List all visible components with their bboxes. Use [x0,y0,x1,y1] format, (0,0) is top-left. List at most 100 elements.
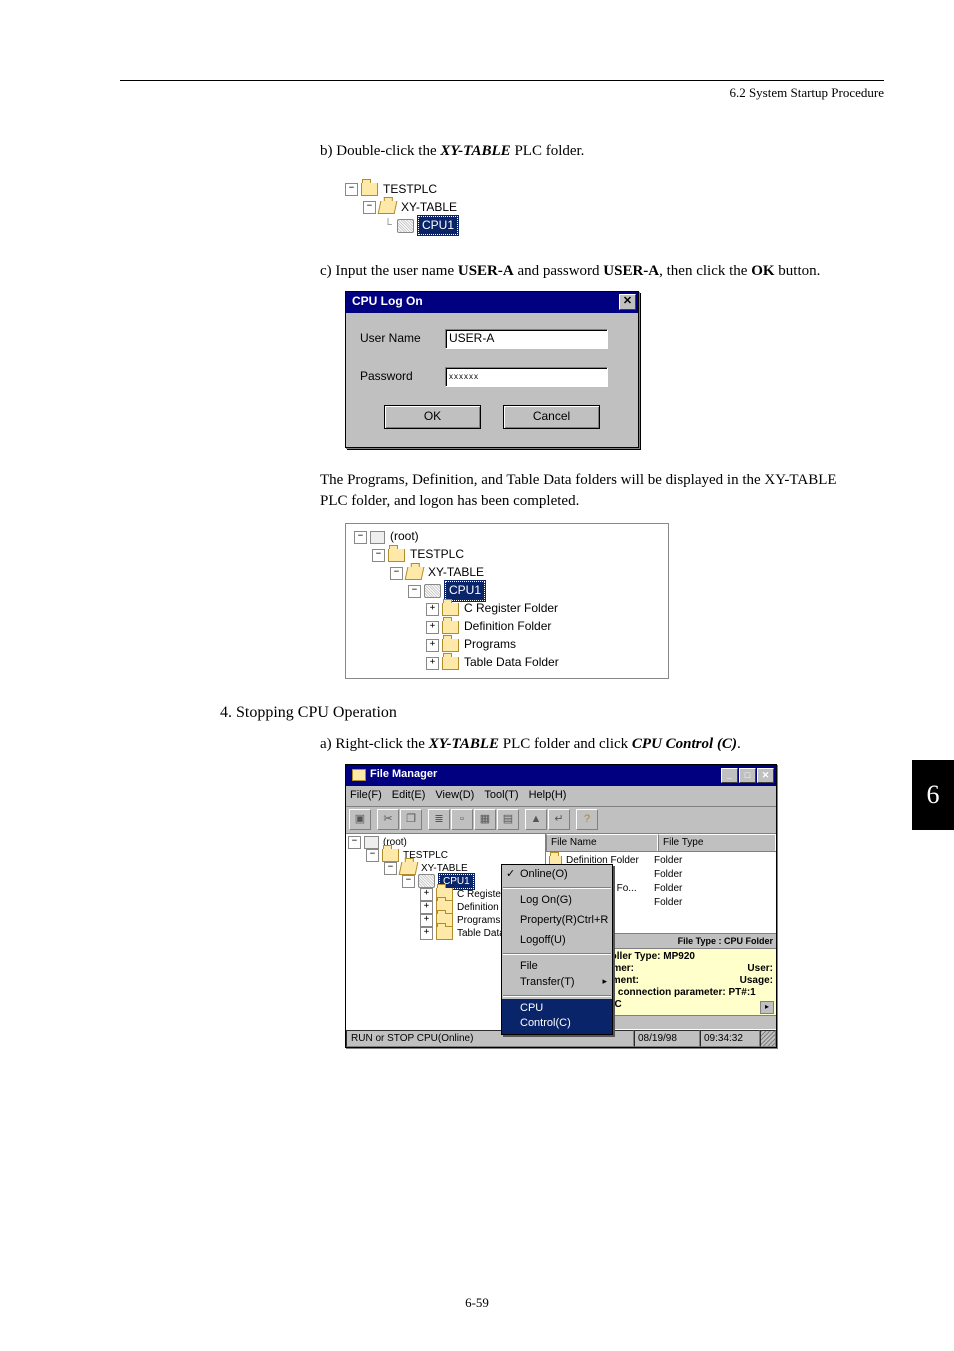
expand-icon[interactable]: + [426,639,439,652]
close-icon[interactable]: ✕ [619,294,636,310]
expand-icon[interactable]: + [426,657,439,670]
context-menu[interactable]: Online(O) Log On(G) Property(R)Ctrl+R Lo… [501,864,613,1036]
ok-button[interactable]: OK [384,405,481,429]
collapse-icon[interactable]: − [372,549,385,562]
tree-node[interactable]: Programs [463,636,516,653]
user-name-value: USER-A [458,263,514,279]
menu-tool[interactable]: Tool(T) [484,788,518,804]
password-value: USER-A [603,263,659,279]
help-icon[interactable]: ? [576,809,598,830]
maximize-icon[interactable]: □ [739,768,756,783]
password-label: Password [360,368,445,385]
step-c: c) Input the user name USER-A and passwo… [320,261,850,283]
file-type: Folder [654,854,773,868]
tree-node-cpu1-selected[interactable]: CPU1 [418,216,458,235]
collapse-icon[interactable]: − [390,567,403,580]
collapse-icon[interactable]: − [354,531,367,544]
toolbar-button[interactable]: ↵ [548,809,570,830]
menu-item-file-transfer[interactable]: File Transfer(T) [502,957,612,993]
user-name-label: User Name [360,330,445,347]
toolbar-button[interactable]: ▣ [349,809,371,830]
menu-item-logoff[interactable]: Logoff(U) [502,931,612,951]
folder-icon [388,549,405,562]
info-label: User: [747,963,773,975]
page-number: 6-59 [0,1295,954,1311]
dialog-title: CPU Log On [352,293,423,310]
column-header-filetype[interactable]: File Type [658,834,776,852]
folder-open-icon [378,201,398,214]
folder-icon [442,639,459,652]
collapse-icon[interactable]: − [363,201,376,214]
password-input[interactable]: xxxxxx [445,367,608,387]
result-paragraph: The Programs, Definition, and Table Data… [320,470,850,514]
toolbar-button[interactable]: ▫ [451,809,473,830]
tree-node-testplc[interactable]: TESTPLC [409,546,464,563]
menu-help[interactable]: Help(H) [529,788,567,804]
dialog-titlebar[interactable]: CPU Log On ✕ [346,292,638,313]
tree-node[interactable]: Programs [457,914,500,927]
step-4a: a) Right-click the XY-TABLE PLC folder a… [320,734,850,756]
tree-node-xytable[interactable]: XY-TABLE [400,199,457,216]
toolbar-button[interactable]: ▦ [474,809,496,830]
toolbar-button[interactable]: ▲ [525,809,547,830]
info-label: Usage: [740,975,773,987]
folder-icon [361,183,378,196]
file-type: Folder [654,896,773,910]
menu-item-logon[interactable]: Log On(G) [502,891,612,911]
ok-ref: OK [751,263,774,279]
close-icon[interactable]: ✕ [757,768,774,783]
text: c) Input the user name [320,263,458,279]
expand-icon[interactable]: + [426,621,439,634]
window-titlebar[interactable]: File Manager _ □ ✕ [346,765,776,786]
folder-open-icon [405,567,425,580]
toolbar-button[interactable]: ≣ [428,809,450,830]
tree-node[interactable]: Definition Folder [463,618,551,635]
menu-file[interactable]: File(F) [350,788,382,804]
collapse-icon[interactable]: − [408,585,421,598]
folder-icon [442,657,459,670]
step-4-heading: 4. Stopping CPU Operation [220,701,850,724]
chapter-tab: 6 [912,760,954,830]
scroll-right-icon[interactable]: ▸ [760,1001,774,1014]
folder-open-icon [399,862,419,875]
resize-grip-icon[interactable] [760,1030,776,1047]
file-type: Folder [654,882,773,896]
tree-screenshot-2: − (root) − TESTPLC − XY-TABLE [345,523,669,679]
text: PLC folder and click [499,736,632,752]
text: and password [514,263,604,279]
toolbar-button[interactable]: ▤ [497,809,519,830]
cpu-icon [424,584,441,598]
root-icon [364,836,379,849]
tree-node-xytable[interactable]: XY-TABLE [427,564,484,581]
copy-icon[interactable]: ❐ [400,809,422,830]
folder-icon [442,603,459,616]
status-time: 09:34:32 [700,1030,760,1047]
collapse-icon[interactable]: − [345,183,358,196]
folder-icon [436,927,453,940]
info-header-right: File Type : CPU Folder [678,935,773,947]
cut-icon[interactable]: ✂ [377,809,399,830]
tree-node[interactable]: C Register Folder [463,600,558,617]
menu-view[interactable]: View(D) [435,788,474,804]
menu-bar[interactable]: File(F) Edit(E) View(D) Tool(T) Help(H) [346,786,776,807]
cpu-control-ref: CPU Control (C) [632,736,737,752]
text: button. [775,263,821,279]
status-date: 08/19/98 [634,1030,700,1047]
menu-edit[interactable]: Edit(E) [392,788,426,804]
tree-node-testplc[interactable]: TESTPLC [382,181,437,198]
column-header-filename[interactable]: File Name [546,834,658,852]
tree-node[interactable]: Table Data Folder [463,654,559,671]
tree-node-root[interactable]: (root) [389,528,419,545]
expand-icon[interactable]: + [426,603,439,616]
user-name-input[interactable]: USER-A [445,329,608,349]
tree-screenshot-1: − TESTPLC − XY-TABLE └ CPU1 [345,181,458,235]
text: a) Right-click the [320,736,429,752]
menu-item-online[interactable]: Online(O) [502,865,612,885]
cpu-logon-dialog: CPU Log On ✕ User Name USER-A Password x… [345,291,639,448]
menu-item-cpu-control[interactable]: CPU Control(C) [502,999,612,1035]
minimize-icon[interactable]: _ [721,768,738,783]
menu-item-property[interactable]: Property(R)Ctrl+R [502,911,612,931]
cancel-button[interactable]: Cancel [503,405,600,429]
xy-table-ref: XY-TABLE [429,736,499,752]
window-title: File Manager [370,768,437,780]
